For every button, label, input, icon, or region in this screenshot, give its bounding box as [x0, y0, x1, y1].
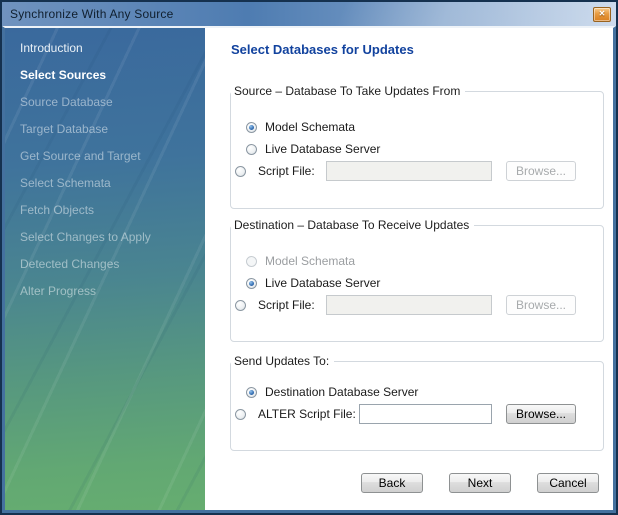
alter-script-file-input[interactable] [359, 404, 492, 424]
radio-label: Model Schemata [265, 120, 355, 134]
option-row-model-schemata: Model Schemata [231, 250, 603, 272]
radio-label: ALTER Script File: [258, 407, 359, 421]
wizard-steps-sidebar: Introduction Select Sources Source Datab… [5, 28, 205, 510]
close-icon: ✕ [599, 10, 606, 18]
sidebar-item-select-schemata: Select Schemata [5, 169, 205, 196]
titlebar: Synchronize With Any Source ✕ [2, 2, 616, 26]
radio-destination-database-server[interactable] [246, 387, 257, 398]
radio-destination-model-schemata [246, 256, 257, 267]
alter-browse-button[interactable]: Browse... [506, 404, 576, 424]
close-button[interactable]: ✕ [593, 7, 611, 22]
group-source-title: Source – Database To Take Updates From [231, 84, 465, 98]
destination-browse-button: Browse... [506, 295, 576, 315]
option-row-alter-script-file: ALTER Script File: Browse... [231, 403, 603, 425]
sidebar-item-get-source-and-target: Get Source and Target [5, 142, 205, 169]
group-destination-title: Destination – Database To Receive Update… [231, 218, 474, 232]
option-row-live-database-server: Live Database Server [231, 272, 603, 294]
page-title: Select Databases for Updates [231, 42, 613, 57]
window-body: Introduction Select Sources Source Datab… [2, 26, 616, 513]
radio-alter-script-file[interactable] [235, 409, 246, 420]
destination-script-file-input [326, 295, 492, 315]
sidebar-item-alter-progress: Alter Progress [5, 277, 205, 304]
sidebar-item-introduction: Introduction [5, 34, 205, 61]
group-send-updates-title: Send Updates To: [231, 354, 334, 368]
source-script-file-input [326, 161, 492, 181]
radio-destination-script-file[interactable] [235, 300, 246, 311]
sidebar-item-source-database: Source Database [5, 88, 205, 115]
radio-label: Script File: [258, 298, 326, 312]
sidebar-item-target-database: Target Database [5, 115, 205, 142]
window-title: Synchronize With Any Source [10, 7, 173, 21]
radio-label: Script File: [258, 164, 326, 178]
sidebar-item-select-changes-to-apply: Select Changes to Apply [5, 223, 205, 250]
radio-label: Destination Database Server [265, 385, 418, 399]
sidebar-item-fetch-objects: Fetch Objects [5, 196, 205, 223]
group-destination: Destination – Database To Receive Update… [230, 225, 604, 342]
source-browse-button: Browse... [506, 161, 576, 181]
back-button[interactable]: Back [361, 473, 423, 493]
radio-label: Live Database Server [265, 276, 380, 290]
radio-source-script-file[interactable] [235, 166, 246, 177]
cancel-button[interactable]: Cancel [537, 473, 599, 493]
option-row-script-file: Script File: Browse... [231, 294, 603, 316]
radio-destination-live-database-server[interactable] [246, 278, 257, 289]
main-panel: Select Databases for Updates Source – Da… [205, 28, 613, 510]
radio-label: Live Database Server [265, 142, 380, 156]
option-row-destination-database-server: Destination Database Server [231, 381, 603, 403]
option-row-script-file: Script File: Browse... [231, 160, 603, 182]
sidebar-item-select-sources: Select Sources [5, 61, 205, 88]
sidebar-item-detected-changes: Detected Changes [5, 250, 205, 277]
radio-label: Model Schemata [265, 254, 355, 268]
option-row-live-database-server: Live Database Server [231, 138, 603, 160]
radio-source-model-schemata[interactable] [246, 122, 257, 133]
radio-source-live-database-server[interactable] [246, 144, 257, 155]
option-row-model-schemata: Model Schemata [231, 116, 603, 138]
wizard-footer: Back Next Cancel [361, 473, 599, 493]
wizard-window: Synchronize With Any Source ✕ Introducti… [0, 0, 618, 515]
group-source: Source – Database To Take Updates From M… [230, 91, 604, 209]
next-button[interactable]: Next [449, 473, 511, 493]
group-send-updates-to: Send Updates To: Destination Database Se… [230, 361, 604, 451]
